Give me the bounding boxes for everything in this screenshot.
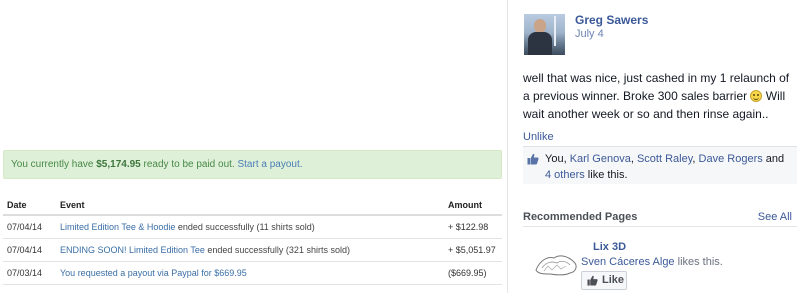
table-row: 07/03/14 You requested a payout via Payp… (3, 261, 502, 285)
row-date: 07/04/14 (3, 238, 56, 262)
payout-suffix: ready to be paid out. (140, 159, 238, 170)
event-link[interactable]: Limited Edition Tee & Hoodie (60, 222, 175, 232)
like-page-button[interactable]: Like (581, 271, 627, 290)
event-status: ended successfully (321 shirts sold) (204, 244, 350, 255)
liker-dave-rogers[interactable]: Dave Rogers (699, 153, 763, 165)
table-row: 07/04/14 Limited Edition Tee & Hoodie en… (3, 215, 502, 239)
row-event: You requested a payout via Paypal for $6… (56, 261, 444, 285)
liker-scott-raley[interactable]: Scott Raley (637, 153, 692, 165)
row-event: Limited Edition Tee & Hoodie ended succe… (56, 215, 444, 239)
payout-prefix: You currently have (11, 159, 97, 170)
event-link[interactable]: ENDING SOON! Limited Edition Tee (60, 245, 205, 255)
divider (523, 226, 797, 227)
row-event: ENDING SOON! Limited Edition Tee ended s… (56, 238, 444, 262)
header-date: Date (3, 195, 56, 216)
page-friend-likes: Sven Cáceres Alge likes this. (581, 256, 723, 268)
event-link[interactable]: You requested a payout via Paypal for $6… (60, 268, 247, 278)
event-status: ended successfully (11 shirts sold) (175, 221, 315, 232)
row-amount: + $5,051.97 (444, 238, 502, 262)
likes-summary: You, Karl Genova, Scott Raley, Dave Roge… (523, 146, 797, 184)
likes-prefix: You, (545, 153, 570, 165)
row-date: 07/03/14 (3, 261, 56, 285)
table-header-row: Date Event Amount (3, 195, 502, 216)
payout-alert: You currently have $5,174.95 ready to be… (3, 150, 502, 179)
likes-and: and (762, 153, 785, 165)
thumbs-up-icon (587, 275, 598, 286)
like-button-label: Like (602, 274, 625, 286)
post-date[interactable]: July 4 (575, 28, 604, 40)
post-text: well that was nice, just cashed in my 1 … (523, 69, 798, 123)
post-author[interactable]: Greg Sawers (575, 13, 648, 27)
recommended-pages-title: Recommended Pages (523, 211, 638, 223)
page-logo[interactable] (530, 240, 582, 284)
likes-suffix: like this. (584, 169, 628, 181)
payout-panel: You currently have $5,174.95 ready to be… (0, 0, 507, 293)
avatar-head (534, 19, 546, 33)
unlike-link[interactable]: Unlike (523, 131, 554, 143)
avatar-body (528, 32, 552, 55)
row-amount: ($669.95) (444, 261, 502, 285)
row-amount: + $122.98 (444, 215, 502, 239)
see-all-link[interactable]: See All (758, 211, 792, 223)
facebook-post-panel: Greg Sawers July 4 well that was nice, j… (507, 0, 800, 293)
events-table: Date Event Amount 07/04/14 Limited Editi… (3, 195, 502, 285)
start-payout-link[interactable]: Start a payout. (237, 159, 302, 170)
avatar[interactable] (524, 14, 565, 55)
page-name[interactable]: Lix 3D (593, 241, 626, 253)
row-date: 07/04/14 (3, 215, 56, 239)
friend-link[interactable]: Sven Cáceres Alge (581, 256, 675, 268)
header-event: Event (56, 195, 444, 216)
likes-others-link[interactable]: 4 others (545, 169, 585, 181)
post-text-part-1: well that was nice, just cashed in my 1 … (523, 71, 790, 103)
thumbs-up-icon (527, 153, 539, 165)
avatar-background (554, 16, 556, 46)
liker-karl-genova[interactable]: Karl Genova (570, 153, 631, 165)
header-amount: Amount (444, 195, 502, 216)
friend-likes-suffix: likes this. (674, 256, 723, 268)
table-row: 07/04/14 ENDING SOON! Limited Edition Te… (3, 238, 502, 262)
payout-amount: $5,174.95 (96, 159, 141, 170)
smiley-icon (750, 90, 763, 102)
